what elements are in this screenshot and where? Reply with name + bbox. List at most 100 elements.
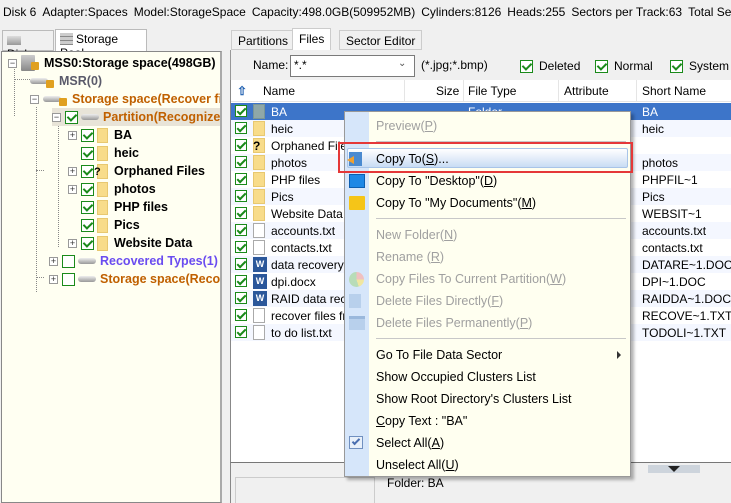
- name-filter-input[interactable]: *.*: [290, 55, 415, 77]
- tab-files[interactable]: Files: [292, 28, 332, 50]
- disk-info-bar: Disk 6 Adapter:Spaces Model:StorageSpace Ca…: [0, 0, 731, 24]
- disk-tree[interactable]: − MSS0:Storage space(498GB) MSR(0) − Sto…: [1, 51, 222, 503]
- tree-checkbox[interactable]: [81, 236, 94, 250]
- tree-node-storage-recog[interactable]: + Storage space(Recog: [49, 270, 222, 288]
- menu-item-root-clusters[interactable]: Show Root Directory's Clusters List: [376, 389, 572, 409]
- tree-checkbox[interactable]: [65, 110, 78, 124]
- row-checkbox[interactable]: [235, 207, 247, 219]
- tab-sector-editor[interactable]: Sector Editor: [339, 30, 423, 50]
- collapse-icon[interactable]: −: [30, 94, 39, 104]
- tree-checkbox[interactable]: [81, 164, 94, 178]
- column-size[interactable]: Size: [436, 84, 459, 98]
- tree-node-msr[interactable]: MSR(0): [30, 72, 102, 90]
- row-checkbox[interactable]: [235, 309, 247, 321]
- column-file-type[interactable]: File Type: [468, 84, 516, 98]
- tab-partitions[interactable]: Partitions: [231, 30, 296, 50]
- menu-item-unselect-all[interactable]: Unselect All(U): [376, 455, 459, 475]
- menu-accel: C: [376, 414, 386, 428]
- menu-item-preview[interactable]: Preview(P): [376, 116, 437, 136]
- tree-node-recovered-types[interactable]: + Recovered Types(1): [49, 252, 218, 270]
- menu-item-rename[interactable]: Rename (R): [376, 247, 444, 267]
- file-short-name: heic: [642, 122, 665, 136]
- row-checkbox[interactable]: [235, 258, 247, 270]
- tree-folder-website[interactable]: + Website Data: [68, 234, 192, 252]
- row-checkbox[interactable]: [235, 292, 247, 304]
- shredder-icon: [349, 316, 365, 330]
- row-checkbox[interactable]: [235, 241, 247, 253]
- menu-item-occupied-clusters[interactable]: Show Occupied Clusters List: [376, 367, 536, 387]
- row-checkbox[interactable]: [235, 275, 247, 287]
- tree-folder-photos[interactable]: + photos: [68, 180, 156, 198]
- column-attribute[interactable]: Attribute: [564, 84, 609, 98]
- tree-node-partition[interactable]: − Partition(Recognized): [52, 108, 220, 126]
- tree-checkbox[interactable]: [81, 218, 94, 232]
- tree-folder-pics[interactable]: Pics: [81, 216, 140, 234]
- row-checkbox[interactable]: [235, 190, 247, 202]
- file-short-name: RECOVE~1.TXT: [642, 309, 731, 323]
- tab-disks[interactable]: Disks: [2, 30, 54, 61]
- menu-label: Rename (: [376, 250, 431, 264]
- row-checkbox[interactable]: [235, 122, 247, 134]
- normal-checkbox[interactable]: Normal: [595, 59, 653, 73]
- tab-storage-pool[interactable]: Storage Pool: [55, 29, 147, 60]
- deleted-checkbox[interactable]: Deleted: [520, 59, 580, 73]
- row-checkbox[interactable]: [235, 105, 247, 117]
- menu-item-copy-current-partition[interactable]: Copy Files To Current Partition(W): [376, 269, 566, 289]
- menu-item-delete-directly[interactable]: Delete Files Directly(F): [376, 291, 503, 311]
- expand-icon[interactable]: +: [68, 238, 77, 248]
- collapse-icon[interactable]: −: [52, 112, 61, 122]
- expand-icon[interactable]: +: [49, 256, 58, 266]
- menu-accel: M: [521, 196, 532, 210]
- heads-label: Heads:255: [507, 5, 566, 19]
- tree-folder-ba[interactable]: + BA: [68, 126, 132, 144]
- tree-checkbox[interactable]: [81, 146, 94, 160]
- system-checkbox[interactable]: System: [670, 59, 729, 73]
- tree-storage-recog-label: Storage space(Recog: [100, 272, 222, 286]
- tree-folder-php[interactable]: PHP files: [81, 198, 168, 216]
- row-checkbox[interactable]: [235, 173, 247, 185]
- tree-node-storage-recover[interactable]: − Storage space(Recover files: [30, 90, 222, 108]
- menu-item-copy-text[interactable]: Copy Text : "BA": [376, 411, 467, 431]
- pane-splitter-handle[interactable]: [648, 465, 700, 473]
- disk-label: Disk 6: [3, 5, 37, 19]
- row-checkbox[interactable]: [235, 224, 247, 236]
- menu-label: ): [439, 250, 445, 264]
- word-document-icon: W: [253, 257, 267, 272]
- column-name[interactable]: Name: [263, 84, 295, 98]
- tree-folder-label: heic: [114, 146, 140, 160]
- tree-storage-recover-label: Storage space(Recover files: [72, 92, 222, 106]
- menu-item-delete-permanently[interactable]: Delete Files Permanently(P): [376, 313, 532, 333]
- expand-icon[interactable]: +: [49, 274, 58, 284]
- row-checkbox[interactable]: [235, 326, 247, 338]
- menu-item-copy-my-documents[interactable]: Copy To "My Documents"(M): [376, 193, 536, 213]
- tree-folder-heic[interactable]: heic: [81, 144, 139, 162]
- tree-node-root[interactable]: − MSS0:Storage space(498GB): [8, 54, 216, 72]
- collapse-icon[interactable]: −: [8, 58, 17, 68]
- column-short-name[interactable]: Short Name: [642, 84, 706, 98]
- file-short-name: contacts.txt: [642, 241, 703, 255]
- menu-item-go-to-sector[interactable]: Go To File Data Sector: [376, 345, 502, 365]
- expand-icon[interactable]: +: [68, 166, 77, 176]
- menu-item-new-folder[interactable]: New Folder(N): [376, 225, 457, 245]
- tree-checkbox[interactable]: [62, 272, 75, 286]
- tree-folder-orphaned[interactable]: +? Orphaned Files: [68, 162, 205, 180]
- lock-icon: [46, 80, 54, 88]
- menu-separator: [376, 218, 626, 219]
- row-checkbox[interactable]: [235, 156, 247, 168]
- expand-icon[interactable]: +: [68, 130, 77, 140]
- tree-checkbox[interactable]: [81, 200, 94, 214]
- total-sectors-label: Total Sectors:130: [688, 5, 731, 19]
- tree-checkbox[interactable]: [81, 182, 94, 196]
- tree-checkbox[interactable]: [62, 254, 75, 268]
- row-checkbox[interactable]: [235, 139, 247, 151]
- menu-item-copy-desktop[interactable]: Copy To "Desktop"(D): [376, 171, 497, 191]
- menu-item-select-all[interactable]: Select All(A): [376, 433, 444, 453]
- file-name: data recovery: [271, 258, 344, 272]
- chevron-down-icon[interactable]: ⌄: [398, 58, 406, 69]
- expand-icon[interactable]: +: [68, 184, 77, 194]
- question-mark-icon: ?: [253, 139, 261, 153]
- up-arrow-icon[interactable]: ⇧: [237, 84, 247, 98]
- file-short-name: BA: [642, 105, 659, 119]
- menu-label: Copy To "Desktop"(: [376, 174, 484, 188]
- tree-checkbox[interactable]: [81, 128, 94, 142]
